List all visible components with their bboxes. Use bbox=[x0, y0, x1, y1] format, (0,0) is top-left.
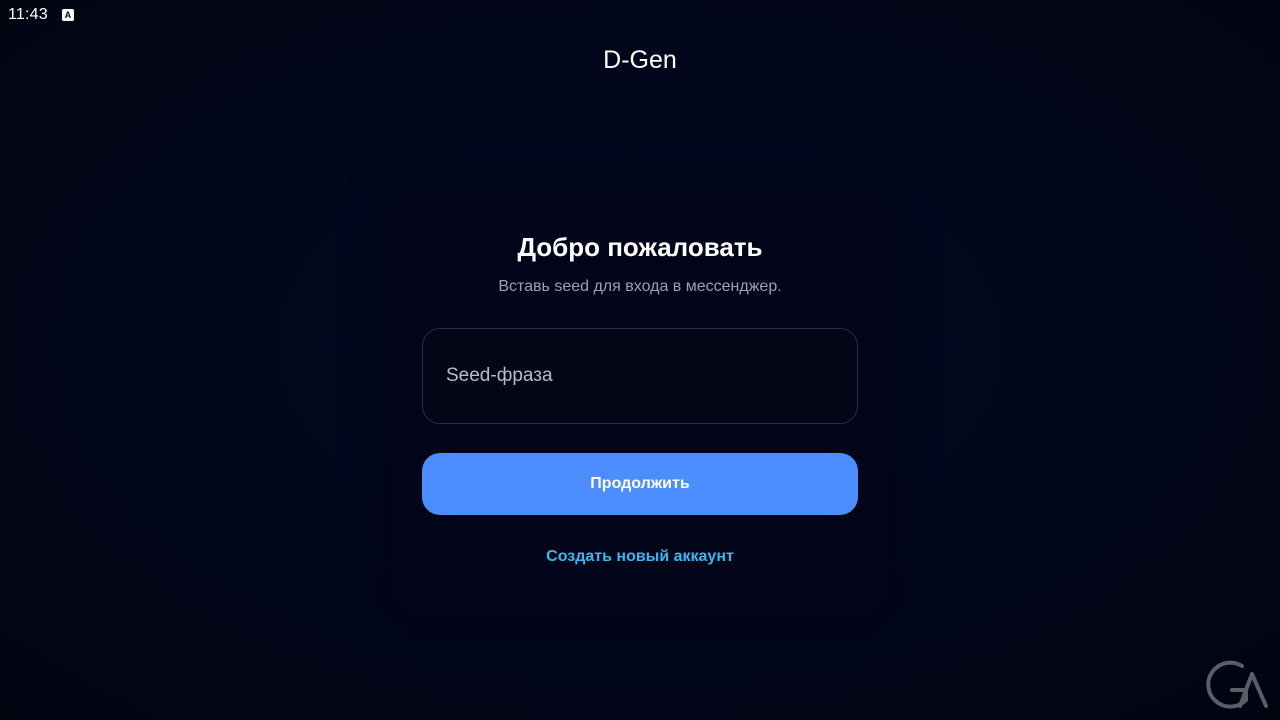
seed-phrase-input[interactable]: Seed-фраза bbox=[422, 328, 858, 424]
seed-phrase-placeholder: Seed-фраза bbox=[446, 365, 553, 386]
login-card: Добро пожаловать Вставь seed для входа в… bbox=[392, 198, 888, 622]
welcome-subtitle: Вставь seed для входа в мессенджер. bbox=[498, 278, 782, 295]
ga-logo-icon bbox=[1206, 660, 1268, 709]
continue-button[interactable]: Продолжить bbox=[422, 453, 858, 515]
app-screen: 11:43 A D-Gen Добро пожаловать Вставь se… bbox=[0, 0, 1280, 720]
status-time: 11:43 bbox=[8, 6, 48, 23]
app-title: D-Gen bbox=[603, 46, 677, 74]
create-account-link[interactable]: Создать новый аккаунт bbox=[392, 548, 888, 566]
a-icon: A bbox=[61, 9, 74, 21]
status-bar: 11:43 A bbox=[8, 5, 74, 25]
welcome-title: Добро пожаловать bbox=[517, 232, 763, 262]
